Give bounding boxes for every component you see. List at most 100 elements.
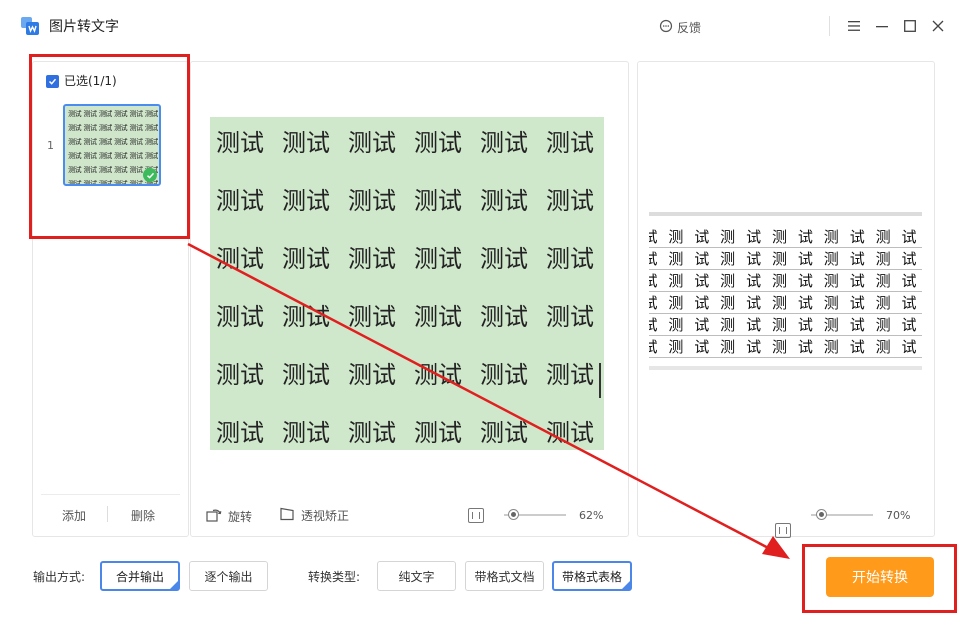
source-text-cell: 测试 [480,245,528,273]
result-table-cell: 试 [649,247,663,270]
result-table-cell: 测 [766,247,793,270]
result-zoom-slider-knob[interactable] [816,509,827,520]
result-table-cell: 测 [714,247,741,270]
result-table-cell: 试 [649,226,663,248]
source-text-cell: 测试 [282,419,330,447]
separate-output-button[interactable]: 逐个输出 [189,561,268,591]
result-table-cell: 试 [740,335,767,358]
thumbnail-text-cell: 测试 [68,138,82,146]
perspective-correction-button[interactable]: 透视矫正 [279,507,349,524]
thumbnail-text-cell: 测试 [83,138,97,146]
result-table-cell: 试 [740,247,767,270]
zoom-value: 62% [579,509,604,522]
left-panel-divider [41,494,180,495]
table-bottom-shadow [649,366,922,370]
result-table-cell: 测 [714,291,741,314]
rotate-button[interactable]: 旋转 [206,507,252,525]
result-zoom-value: 70% [886,509,911,522]
result-table-cell: 测 [662,313,689,336]
result-table-row: 试测试测试测试测试测试 [649,291,922,314]
result-table-cell: 试 [688,313,715,336]
thumbnail-text-cell: 测试 [83,152,97,160]
result-table-preview: 试测试测试测试测试测试试测试测试测试测试测试试测试测试测试测试测试试测试测试测试… [649,212,922,370]
source-text-cell: 测试 [414,419,462,447]
plain-text-button[interactable]: 纯文字 [377,561,456,591]
file-thumbnail[interactable]: 测试 测试 测试 测试 测试 测试 测试 测试 测试 测试 测试 测试 测试 测试 测试 测试 测试 测试 测试 测试… [63,104,161,186]
thumbnail-text-cell: 测试 [98,166,113,174]
result-table-cell: 测 [818,291,845,314]
result-table-cell: 测 [818,313,845,336]
app-title: 图片转文字 [49,19,119,35]
minimize-icon[interactable] [873,17,891,35]
result-table-cell: 试 [792,291,819,314]
thumbnail-text-cell: 测试 [129,124,143,132]
thumbnail-text-cell: 测试 [129,166,143,174]
formatted-table-button[interactable]: 带格式表格 [552,561,632,591]
result-table-cell: 测 [870,291,897,314]
feedback-button[interactable]: 反馈 [659,17,701,37]
zoom-slider-knob[interactable] [508,509,519,520]
result-table-cell: 试 [740,291,767,314]
result-table-cell: 试 [792,226,819,248]
thumbnail-text-cell: 测试 [114,166,128,174]
fit-screen-icon[interactable] [775,523,791,538]
source-text-grid: 测试 测试 测试 测试 测试 测试 测试 测试 测试 测试 测试 测试 测试 测试 测试 测试 测试 测试 测试 测试… [216,129,604,450]
result-table-row: 试测试测试测试测试测试 [649,313,922,336]
delete-button[interactable]: 删除 [131,507,155,524]
result-table-cell: 试 [896,291,922,314]
result-table-cell: 测 [662,291,689,314]
result-table-cell: 测 [714,226,741,248]
formatted-document-button[interactable]: 带格式文档 [465,561,544,591]
thumbnail-text-cell: 测试 [144,152,159,160]
result-table-cell: 测 [818,335,845,358]
result-table-row: 试测试测试测试测试测试 [649,269,922,292]
checkbox-checked-icon [46,74,59,88]
result-table-cell: 试 [649,291,663,314]
result-table-cell: 试 [688,335,715,358]
source-text-cell: 测试 [348,303,396,331]
result-table-cell: 测 [870,247,897,270]
result-table-cell: 试 [844,226,871,248]
thumbnail-text-cell: 测试 [68,180,82,186]
result-table-cell: 测 [766,269,793,292]
result-table-cell: 试 [844,291,871,314]
fit-screen-icon[interactable] [468,508,484,523]
perspective-label: 透视矫正 [301,509,350,523]
add-button[interactable]: 添加 [62,507,86,524]
result-table-cell: 试 [688,226,715,248]
thumbnail-text-cell: 测试 [68,166,82,174]
table-top-shadow [649,212,922,216]
source-text-cell: 测试 [348,245,396,273]
source-text-cell: 测试 [414,245,462,273]
result-table-cell: 试 [740,269,767,292]
thumbnail-text-cell: 测试 [68,110,82,118]
source-text-cell: 测试 [546,419,594,447]
result-table-cell: 测 [870,335,897,358]
source-text-cell: 测试 [414,187,462,215]
result-table-cell: 测 [714,335,741,358]
result-table-cell: 测 [818,269,845,292]
source-text-cell: 测试 [348,361,396,389]
thumbnail-text-cell: 测试 [114,124,128,132]
source-text-cell: 测试 [414,129,462,157]
conversion-type-label: 转换类型: [308,570,361,584]
result-table-cell: 试 [844,247,871,270]
thumbnail-text-cell: 测试 [114,110,128,118]
thumbnail-text-cell: 测试 [98,138,113,146]
chat-bubble-icon [659,19,673,36]
merge-output-button[interactable]: 合并输出 [100,561,180,591]
result-table-row: 试测试测试测试测试测试 [649,247,922,270]
result-table-cell: 试 [844,313,871,336]
menu-icon[interactable] [845,17,863,35]
thumbnail-text-cell: 测试 [114,152,128,160]
start-conversion-button[interactable]: 开始转换 [826,557,934,597]
close-icon[interactable] [929,17,947,35]
feedback-label: 反馈 [677,20,702,35]
select-all-checkbox[interactable]: 已选(1/1) [46,73,117,89]
source-text-cell: 测试 [480,303,528,331]
result-table-cell: 测 [870,226,897,248]
result-table-cell: 测 [662,269,689,292]
source-text-cell: 测试 [282,245,330,273]
maximize-icon[interactable] [901,17,919,35]
result-table-cell: 测 [766,291,793,314]
